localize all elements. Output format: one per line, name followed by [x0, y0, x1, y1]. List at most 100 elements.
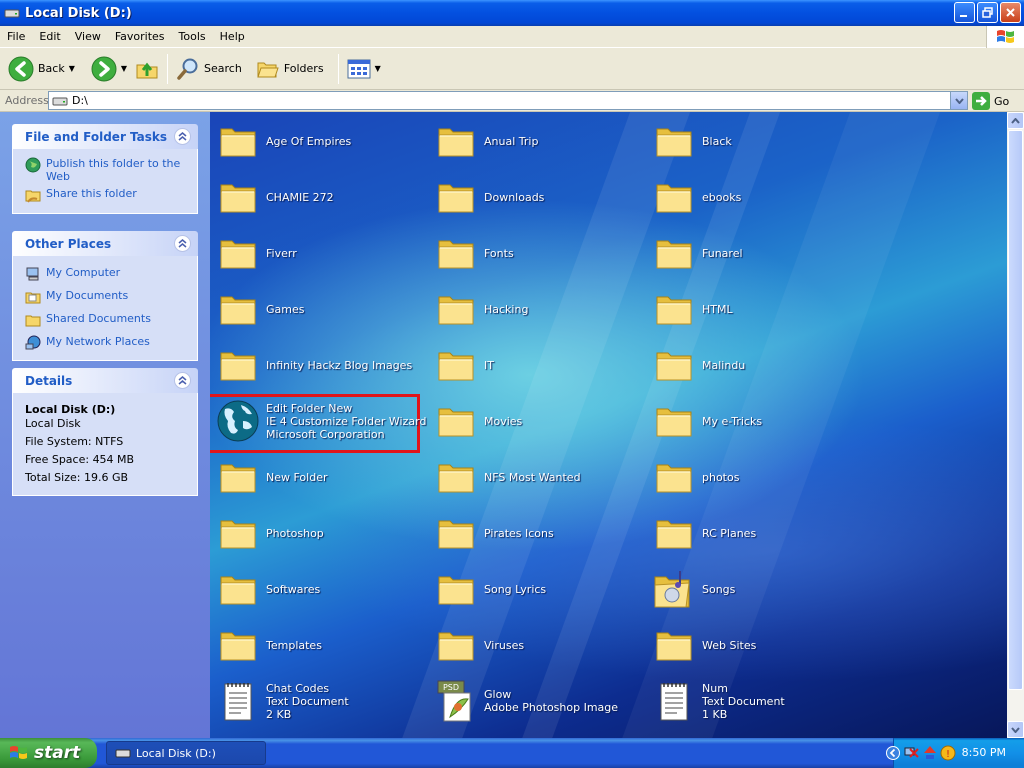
folder-item[interactable]: Fonts — [434, 231, 514, 275]
folder-item[interactable]: Viruses — [434, 623, 524, 667]
folder-item[interactable]: Movies — [434, 399, 522, 443]
chevron-up-icon — [1011, 117, 1020, 124]
item-name: Anual Trip — [484, 134, 539, 148]
search-icon — [177, 58, 198, 80]
collapse-button[interactable] — [174, 235, 191, 252]
item-icon — [652, 231, 696, 275]
safely-remove-icon[interactable] — [922, 745, 938, 761]
folder-item[interactable]: Games — [216, 287, 304, 331]
folder-item[interactable]: Fiverr — [216, 231, 297, 275]
menu-favorites[interactable]: Favorites — [108, 30, 172, 43]
share-folder-link[interactable]: Share this folder — [25, 187, 187, 203]
chevron-left-icon[interactable] — [886, 746, 900, 760]
scroll-thumb[interactable] — [1008, 130, 1023, 690]
taskbar-window-button[interactable]: Local Disk (D:) — [106, 741, 266, 765]
forward-button[interactable]: ▼ — [87, 51, 131, 87]
folder-item[interactable]: ebooks — [652, 175, 741, 219]
views-button[interactable]: ▼ — [343, 51, 385, 87]
folder-item[interactable]: Age Of Empires — [216, 119, 351, 163]
item-icon — [652, 623, 696, 667]
folder-icon — [438, 520, 474, 549]
item-name: Glow — [484, 688, 512, 701]
network-tray-icon[interactable] — [904, 745, 920, 761]
title-bar[interactable]: Local Disk (D:) — [0, 0, 1024, 26]
chevron-down-icon[interactable]: ▼ — [69, 64, 75, 73]
item-icon — [652, 119, 696, 163]
item-name: Song Lyrics — [484, 582, 547, 596]
menu-help[interactable]: Help — [213, 30, 252, 43]
security-alert-icon[interactable]: ! — [940, 745, 956, 761]
folder-icon — [438, 128, 474, 157]
folder-item[interactable]: My e-Tricks — [652, 399, 762, 443]
item-name: Fiverr — [266, 246, 297, 260]
menu-file[interactable]: File — [0, 30, 32, 43]
wizard-item[interactable]: Edit Folder New IE 4 Customize Folder Wiz… — [216, 399, 426, 443]
folder-item[interactable]: Templates — [216, 623, 322, 667]
folder-item[interactable]: CHAMIE 272 — [216, 175, 334, 219]
folder-item[interactable]: Black — [652, 119, 732, 163]
my-network-places-link[interactable]: My Network Places — [25, 335, 187, 351]
share-folder-icon — [25, 190, 41, 203]
menu-view[interactable]: View — [68, 30, 108, 43]
collapse-button[interactable] — [174, 128, 191, 145]
address-input[interactable]: D:\ — [48, 91, 968, 110]
folder-item[interactable]: HTML — [652, 287, 733, 331]
folder-item[interactable]: Malindu — [652, 343, 745, 387]
collapse-button[interactable] — [174, 372, 191, 389]
up-folder-icon — [136, 62, 158, 78]
folder-item[interactable]: Hacking — [434, 287, 528, 331]
search-button[interactable]: Search — [172, 51, 246, 87]
menu-tools[interactable]: Tools — [172, 30, 213, 43]
item-name: Edit Folder New — [266, 401, 353, 415]
chevron-down-icon[interactable]: ▼ — [375, 64, 381, 73]
back-button[interactable]: Back ▼ — [4, 51, 79, 87]
panel-header[interactable]: File and Folder Tasks — [12, 124, 198, 149]
chevron-down-icon[interactable]: ▼ — [121, 64, 127, 73]
folder-item[interactable]: Photoshop — [216, 511, 324, 555]
folder-icon — [656, 520, 692, 549]
restore-button[interactable] — [977, 2, 998, 23]
svg-text:!: ! — [946, 749, 950, 760]
photoshop-image-item[interactable]: PSD Glow Adobe Photoshop Image — [434, 679, 618, 723]
my-computer-link[interactable]: My Computer — [25, 266, 187, 282]
details-total-size: Total Size: 19.6 GB — [25, 471, 129, 484]
folder-item[interactable]: Infinity Hackz Blog Images — [216, 343, 412, 387]
folder-icon — [438, 184, 474, 213]
panel-header[interactable]: Other Places — [12, 231, 198, 256]
details-panel: Details Local Disk (D:) Local Disk File … — [12, 368, 198, 496]
file-list-view[interactable]: Age Of Empires Anual Trip Black CHAMIE 272 D… — [210, 112, 1007, 738]
folder-item[interactable]: RC Planes — [652, 511, 756, 555]
folder-item[interactable]: IT — [434, 343, 494, 387]
folder-item[interactable]: Funarel — [652, 231, 743, 275]
folder-item[interactable]: Song Lyrics — [434, 567, 546, 611]
folder-item[interactable]: Downloads — [434, 175, 544, 219]
up-folder-button[interactable] — [131, 51, 163, 87]
folder-item[interactable]: Anual Trip — [434, 119, 538, 163]
folder-item[interactable]: Web Sites — [652, 623, 756, 667]
folder-item[interactable]: New Folder — [216, 455, 327, 499]
vertical-scrollbar[interactable] — [1007, 112, 1024, 738]
minimize-button[interactable] — [954, 2, 975, 23]
go-button[interactable]: Go — [972, 91, 1009, 111]
folder-item[interactable]: Softwares — [216, 567, 320, 611]
my-documents-link[interactable]: My Documents — [25, 289, 187, 305]
menu-edit[interactable]: Edit — [32, 30, 67, 43]
music-folder-item[interactable]: Songs — [652, 567, 735, 611]
publish-folder-link[interactable]: Publish this folder to the Web — [25, 157, 187, 183]
panel-header[interactable]: Details — [12, 368, 198, 393]
start-button[interactable]: start — [0, 738, 97, 768]
address-value: D:\ — [72, 94, 88, 107]
close-button[interactable] — [1000, 2, 1021, 23]
folders-button[interactable]: Folders — [252, 51, 328, 87]
folder-item[interactable]: photos — [652, 455, 739, 499]
item-name: ebooks — [702, 190, 742, 204]
folder-item[interactable]: NFS Most Wanted — [434, 455, 581, 499]
folder-item[interactable]: Pirates Icons — [434, 511, 554, 555]
scroll-up-button[interactable] — [1007, 112, 1024, 129]
text-document-item[interactable]: Chat Codes Text Document 2 KB — [216, 679, 349, 723]
text-document-item[interactable]: Num Text Document 1 KB — [652, 679, 785, 723]
scroll-down-button[interactable] — [1007, 721, 1024, 738]
address-dropdown-button[interactable] — [950, 92, 967, 109]
item-icon — [434, 343, 478, 387]
shared-documents-link[interactable]: Shared Documents — [25, 312, 187, 328]
